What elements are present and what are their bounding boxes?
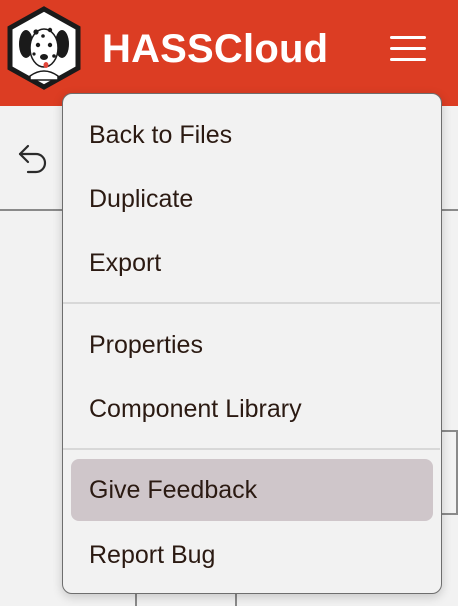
menu-item-properties[interactable]: Properties (71, 314, 433, 376)
app-window: HASSCloud Back to Files Duplicate Export… (0, 0, 458, 606)
app-title: HASSCloud (102, 27, 329, 71)
menu-divider (63, 302, 440, 304)
undo-arrow-icon[interactable] (12, 138, 52, 178)
canvas-divider (235, 594, 237, 606)
canvas-divider (456, 430, 458, 514)
menu-divider (63, 448, 440, 450)
canvas-divider (0, 209, 62, 211)
overflow-menu: Back to Files Duplicate Export Propertie… (62, 93, 442, 594)
menu-item-report-bug[interactable]: Report Bug (71, 524, 433, 586)
menu-item-back-to-files[interactable]: Back to Files (71, 104, 433, 166)
menu-item-duplicate[interactable]: Duplicate (71, 168, 433, 230)
menu-item-component-library[interactable]: Component Library (71, 378, 433, 440)
canvas-divider (442, 209, 458, 211)
canvas-divider (135, 594, 137, 606)
menu-item-export[interactable]: Export (71, 232, 433, 294)
app-header: HASSCloud (0, 0, 458, 106)
hamburger-menu-icon[interactable] (388, 32, 430, 66)
menu-item-give-feedback[interactable]: Give Feedback (71, 459, 433, 521)
dalmatian-logo-icon[interactable] (6, 6, 82, 90)
